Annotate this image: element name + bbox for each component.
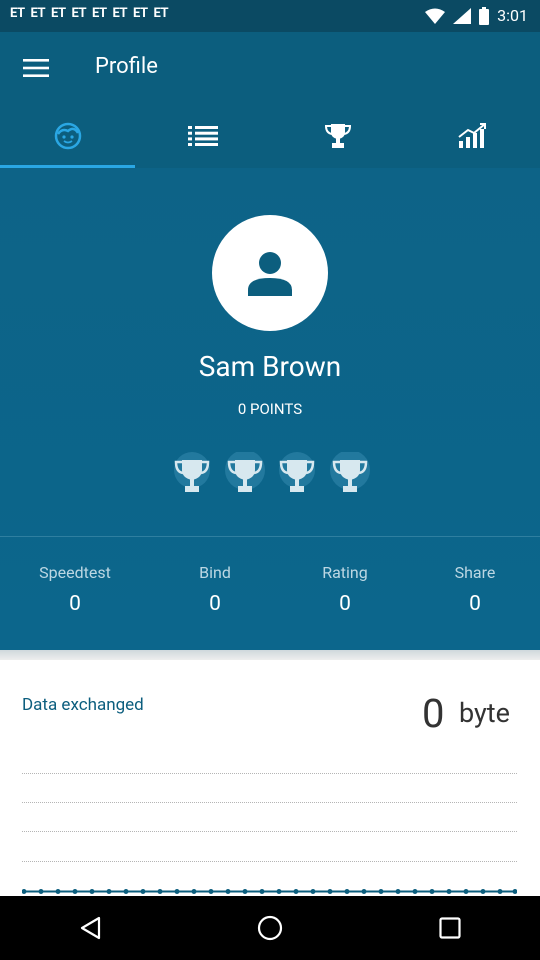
stat-label: Rating (322, 563, 368, 582)
stat-label: Share (454, 563, 496, 582)
chart-gridline (22, 831, 517, 832)
avatar[interactable] (212, 215, 328, 331)
list-icon (187, 126, 218, 146)
profile-panel: Sam Brown 0 POINTS Speedtest 0 Bind 0 Ra… (0, 168, 540, 650)
data-exchanged-value: 0 (422, 690, 445, 737)
trophy-icon (174, 452, 210, 492)
trophy-icon (329, 452, 370, 492)
notification-icon: ET (153, 6, 169, 21)
divider (0, 536, 540, 537)
notification-icon: ET (71, 6, 87, 21)
chart-icon (457, 123, 486, 148)
chart-gridline (22, 802, 517, 803)
page-title: Profile (95, 54, 158, 79)
tab-profile[interactable] (0, 104, 135, 168)
notification-icon: ET (51, 6, 66, 21)
recents-icon (439, 917, 461, 939)
trophy-row (170, 452, 375, 500)
stat-speedtest: Speedtest 0 (0, 563, 150, 616)
stat-rating: Rating 0 (280, 563, 410, 616)
menu-button[interactable] (16, 50, 56, 86)
back-button[interactable] (50, 903, 130, 953)
notification-icon: ET (30, 6, 46, 21)
stat-share: Share 0 (410, 563, 540, 616)
signal-icon (453, 7, 472, 24)
home-icon (257, 915, 283, 941)
trophy-icon (279, 452, 316, 492)
data-exchanged-unit: byte (459, 697, 510, 729)
stat-value: 0 (209, 592, 221, 616)
data-exchanged-card: Data exchanged 0 byte (0, 660, 540, 896)
status-right: 3:01 (425, 6, 528, 25)
stat-label: Bind (199, 563, 231, 582)
back-icon (80, 916, 101, 940)
person-icon (248, 252, 292, 296)
stat-value: 0 (469, 592, 481, 616)
home-button[interactable] (230, 903, 310, 953)
points-label: 0 POINTS (237, 400, 303, 418)
system-nav-bar (0, 896, 540, 960)
tab-trophies[interactable] (270, 104, 405, 168)
status-time: 3:01 (497, 6, 528, 25)
battery-icon (479, 6, 490, 25)
app-bar: Profile (0, 32, 540, 104)
recents-button[interactable] (410, 903, 490, 953)
section-separator (0, 650, 540, 660)
stat-value: 0 (69, 592, 81, 616)
wifi-icon (425, 8, 446, 24)
trophy-icon (324, 124, 351, 148)
chart-gridline (22, 861, 517, 862)
user-name: Sam Brown (198, 350, 342, 383)
stat-bind: Bind 0 (150, 563, 280, 616)
data-baseline (22, 889, 517, 894)
tab-statistics[interactable] (405, 104, 540, 168)
face-icon (54, 122, 81, 150)
notification-icon: ET (92, 6, 107, 21)
notification-icons: ET ET ET ET ET ET ET ET (10, 6, 168, 21)
notification-icon: ET (112, 6, 128, 21)
notification-icon: ET (10, 6, 25, 21)
notification-icon: ET (133, 6, 148, 21)
stat-label: Speedtest (39, 563, 111, 582)
stats-row: Speedtest 0 Bind 0 Rating 0 Share 0 (0, 563, 540, 616)
tab-list[interactable] (135, 104, 270, 168)
trophy-icon (224, 452, 265, 492)
status-bar: ET ET ET ET ET ET ET ET 3:01 (0, 0, 540, 32)
hamburger-icon (23, 59, 49, 77)
stat-value: 0 (339, 592, 351, 616)
chart-gridline (22, 773, 517, 774)
tab-bar (0, 104, 540, 168)
data-exchanged-label: Data exchanged (22, 695, 144, 715)
